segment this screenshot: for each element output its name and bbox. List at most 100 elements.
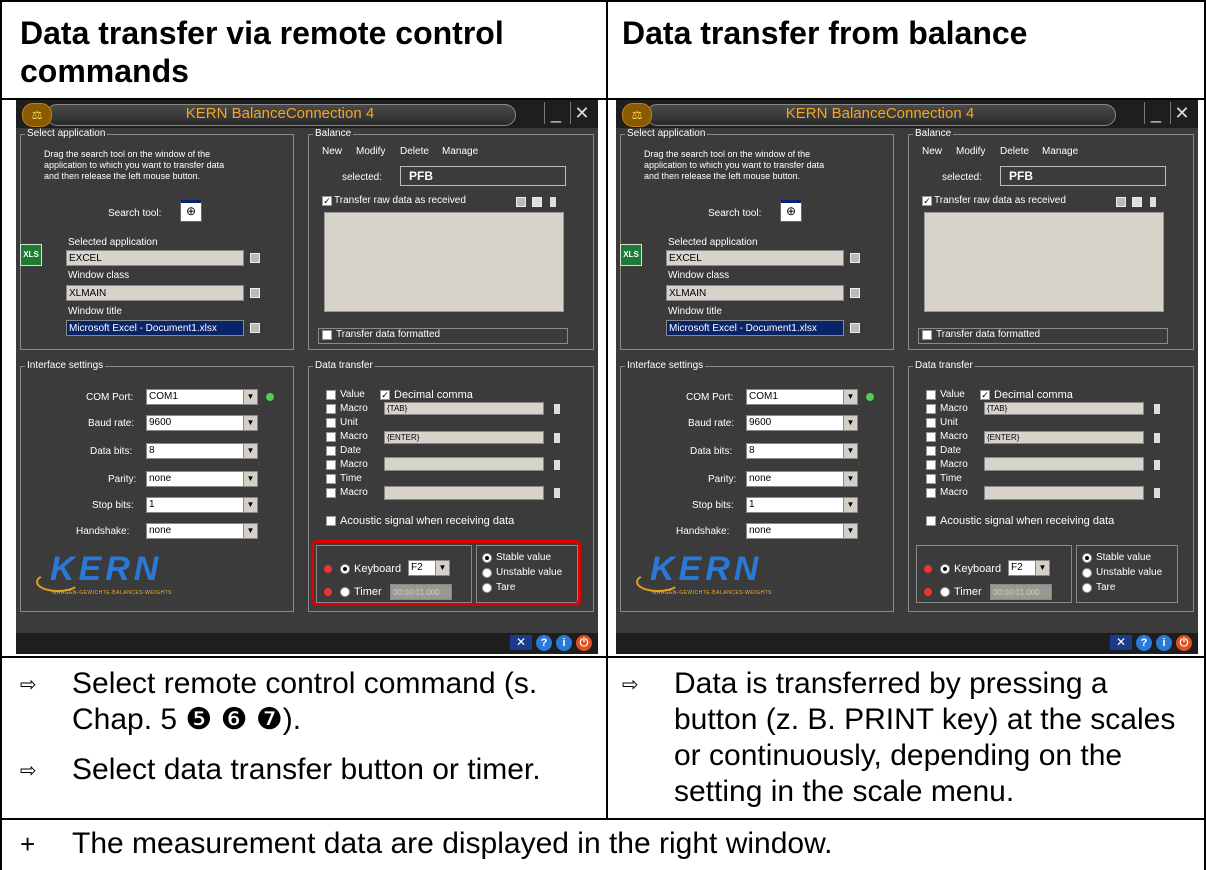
macro1-field[interactable]: {TAB} <box>384 402 544 415</box>
decimal-comma-checkbox[interactable]: ✓ <box>380 390 390 400</box>
baud-rate-select[interactable]: 9600 ▼ <box>746 415 858 431</box>
macro1-checkbox[interactable] <box>326 404 336 414</box>
trash-icon[interactable] <box>1154 488 1160 498</box>
power-icon[interactable]: ⏻ <box>1176 635 1192 651</box>
time-checkbox[interactable] <box>326 474 336 484</box>
baud-rate-select[interactable]: 9600 ▼ <box>146 415 258 431</box>
handshake-select[interactable]: none ▼ <box>146 523 258 539</box>
data-bits-select[interactable]: 8 ▼ <box>746 443 858 459</box>
timer-radio[interactable] <box>940 587 950 597</box>
macro4-field[interactable] <box>384 486 544 500</box>
menu-delete[interactable]: Delete <box>1000 146 1029 158</box>
keyboard-key-select[interactable]: F2 ▼ <box>1008 560 1050 576</box>
macro4-checkbox[interactable] <box>326 488 336 498</box>
raw-data-textarea[interactable] <box>324 212 564 312</box>
menu-manage[interactable]: Manage <box>1042 146 1078 158</box>
menu-new[interactable]: New <box>322 146 342 158</box>
help-icon[interactable]: ? <box>1136 635 1152 651</box>
unit-checkbox[interactable] <box>326 418 336 428</box>
macro3-field[interactable] <box>384 457 544 471</box>
formatted-checkbox[interactable] <box>322 330 332 340</box>
unstable-radio[interactable] <box>1082 568 1092 578</box>
trash-icon[interactable] <box>554 460 560 470</box>
raw-data-checkbox[interactable]: ✓ <box>922 196 932 206</box>
acoustic-checkbox[interactable] <box>926 516 936 526</box>
value-checkbox[interactable] <box>926 390 936 400</box>
macro2-field[interactable]: {ENTER} <box>984 431 1144 444</box>
macro3-field[interactable] <box>984 457 1144 471</box>
stop-bits-value: 1 <box>149 499 155 510</box>
value-checkbox[interactable] <box>326 390 336 400</box>
menu-manage[interactable]: Manage <box>442 146 478 158</box>
date-checkbox[interactable] <box>926 446 936 456</box>
save-icon[interactable] <box>250 253 260 263</box>
formatted-checkbox[interactable] <box>922 330 932 340</box>
save-icon[interactable] <box>1116 197 1126 207</box>
date-checkbox[interactable] <box>326 446 336 456</box>
macro4-field[interactable] <box>984 486 1144 500</box>
time-checkbox[interactable] <box>926 474 936 484</box>
keyboard-radio[interactable] <box>940 564 950 574</box>
save-icon[interactable] <box>850 323 860 333</box>
macro1-checkbox[interactable] <box>926 404 936 414</box>
com-port-value: COM1 <box>749 391 778 402</box>
macro3-checkbox[interactable] <box>926 460 936 470</box>
save-icon[interactable] <box>250 323 260 333</box>
handshake-select[interactable]: none ▼ <box>746 523 858 539</box>
help-icon[interactable]: ? <box>536 635 552 651</box>
macro3-checkbox[interactable] <box>326 460 336 470</box>
chevron-down-icon: ▼ <box>243 472 257 486</box>
stop-bits-select[interactable]: 1 ▼ <box>146 497 258 513</box>
trash-icon[interactable] <box>1154 404 1160 414</box>
decimal-comma-checkbox[interactable]: ✓ <box>980 390 990 400</box>
trash-icon[interactable] <box>1154 460 1160 470</box>
menu-modify[interactable]: Modify <box>356 146 385 158</box>
minimize-button[interactable]: _ <box>1144 102 1167 124</box>
copy-icon[interactable] <box>532 197 542 207</box>
macro1-field[interactable]: {TAB} <box>984 402 1144 415</box>
trash-icon[interactable] <box>1150 197 1156 207</box>
menu-delete[interactable]: Delete <box>400 146 429 158</box>
menu-modify[interactable]: Modify <box>956 146 985 158</box>
copy-icon[interactable] <box>1132 197 1142 207</box>
save-icon[interactable] <box>516 197 526 207</box>
close-button[interactable]: ✕ <box>570 102 593 124</box>
macro4-checkbox[interactable] <box>926 488 936 498</box>
trash-icon[interactable] <box>550 197 556 207</box>
macro2-checkbox[interactable] <box>926 432 936 442</box>
save-icon[interactable] <box>850 288 860 298</box>
stop-bits-select[interactable]: 1 ▼ <box>746 497 858 513</box>
search-tool-icon[interactable]: ⊕ <box>180 200 202 222</box>
timer-field[interactable]: 00:00:01.000 <box>990 584 1052 600</box>
refresh-icon[interactable] <box>866 393 874 401</box>
trash-icon[interactable] <box>1154 433 1160 443</box>
macro2-field[interactable]: {ENTER} <box>384 431 544 444</box>
raw-data-checkbox[interactable]: ✓ <box>322 196 332 206</box>
minimize-button[interactable]: _ <box>544 102 567 124</box>
parity-select[interactable]: none ▼ <box>746 471 858 487</box>
info-icon[interactable]: i <box>1156 635 1172 651</box>
stable-radio[interactable] <box>1082 553 1092 563</box>
trash-icon[interactable] <box>554 404 560 414</box>
info-icon[interactable]: i <box>556 635 572 651</box>
macro2-checkbox[interactable] <box>326 432 336 442</box>
com-port-select[interactable]: COM1 ▼ <box>746 389 858 405</box>
uk-flag-icon[interactable]: ✕ <box>510 635 532 650</box>
search-tool-icon[interactable]: ⊕ <box>780 200 802 222</box>
unit-checkbox[interactable] <box>926 418 936 428</box>
menu-new[interactable]: New <box>922 146 942 158</box>
tare-radio[interactable] <box>1082 583 1092 593</box>
raw-data-textarea[interactable] <box>924 212 1164 312</box>
acoustic-checkbox[interactable] <box>326 516 336 526</box>
trash-icon[interactable] <box>554 488 560 498</box>
trash-icon[interactable] <box>554 433 560 443</box>
com-port-select[interactable]: COM1 ▼ <box>146 389 258 405</box>
save-icon[interactable] <box>850 253 860 263</box>
save-icon[interactable] <box>250 288 260 298</box>
uk-flag-icon[interactable]: ✕ <box>1110 635 1132 650</box>
data-bits-select[interactable]: 8 ▼ <box>146 443 258 459</box>
close-button[interactable]: ✕ <box>1170 102 1193 124</box>
parity-select[interactable]: none ▼ <box>146 471 258 487</box>
power-icon[interactable]: ⏻ <box>576 635 592 651</box>
refresh-icon[interactable] <box>266 393 274 401</box>
